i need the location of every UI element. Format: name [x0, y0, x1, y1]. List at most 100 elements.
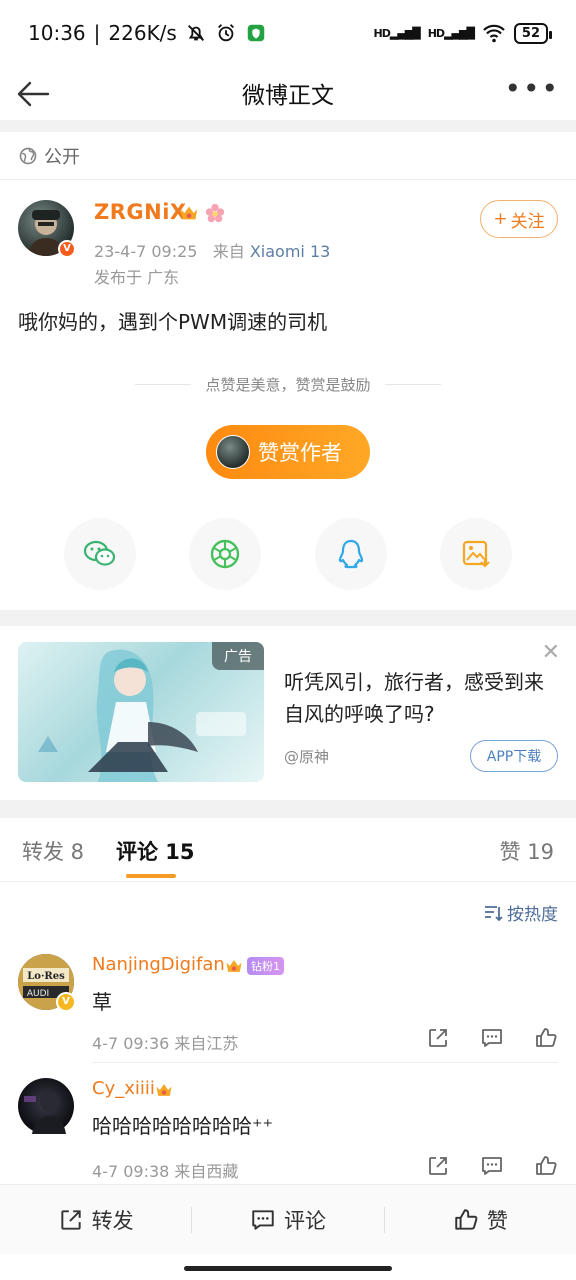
ad-download-button[interactable]: APP下载: [470, 740, 558, 772]
more-options-icon[interactable]: •••: [504, 74, 560, 104]
post-meta: 23-4-7 09:25 来自 Xiaomi 13: [94, 238, 330, 262]
comment-author[interactable]: Cy_xiiii: [92, 1078, 155, 1099]
like-icon: [455, 1208, 478, 1230]
tab-underline: [126, 874, 176, 878]
battery-level: 52: [521, 25, 540, 41]
share-icon[interactable]: [426, 1026, 450, 1050]
like-label: 赞: [486, 1208, 508, 1233]
like-icon[interactable]: [534, 1026, 558, 1050]
tab-likes[interactable]: 赞 19: [500, 836, 554, 866]
reward-tip-line-right: [384, 384, 441, 385]
comment-item: Lo·Res AUDI V NanjingDigifan 钻粉1 草 4-7 0…: [18, 954, 558, 1064]
like-icon[interactable]: [534, 1154, 558, 1178]
verified-badge-icon: V: [56, 992, 76, 1012]
moments-icon: [211, 539, 240, 569]
post-text: 哦你妈的，遇到个PWM调速的司机: [18, 310, 328, 334]
plus-icon: +: [493, 209, 508, 229]
tab-comments[interactable]: 评论 15: [116, 836, 195, 866]
repost-label: 转发: [91, 1208, 134, 1233]
share-qq-button[interactable]: [314, 518, 387, 590]
comment-item: Cy_xiiii 哈哈哈哈哈哈哈哈⁺⁺ 4-7 09:38 来自西藏: [18, 1078, 558, 1181]
flower-badge-icon: [205, 203, 225, 223]
crown-badge-icon: [180, 206, 198, 220]
tab-repost[interactable]: 转发 8: [22, 836, 84, 866]
like-button[interactable]: 赞: [385, 1205, 576, 1235]
qq-icon: [338, 539, 363, 569]
comment-badges: [154, 1080, 174, 1100]
globe-icon: [19, 147, 37, 164]
comment-icon[interactable]: [480, 1026, 504, 1050]
post-location: 发布于 广东: [94, 268, 180, 287]
ad-title[interactable]: 听凭风引，旅行者，感受到来自风的呼唤了吗?: [284, 666, 544, 730]
repost-icon: [61, 1209, 81, 1230]
ad-source[interactable]: @原神: [284, 746, 329, 767]
reward-author-label: 赞赏作者: [258, 441, 342, 465]
comment-icon: [252, 1209, 274, 1230]
comment-author[interactable]: NanjingDigifan: [92, 954, 225, 975]
post-date: 23-4-7 09:25: [94, 242, 198, 261]
post-header: V ZRGNiX 23-4-7 09:25 来自 Xiaomi 13 发布于 广…: [18, 192, 558, 288]
section-divider: [0, 120, 576, 132]
comment-separator: [92, 1062, 558, 1063]
status-speed: 226K/s: [108, 21, 177, 45]
comment-meta: 4-7 09:36 来自江苏: [92, 1034, 239, 1053]
verified-badge-icon: V: [58, 240, 76, 258]
comment-button[interactable]: 评论: [192, 1205, 383, 1235]
sort-button[interactable]: 按热度: [483, 900, 558, 925]
comment-meta: 4-7 09:38 来自西藏: [92, 1162, 239, 1181]
back-arrow-icon[interactable]: [14, 74, 54, 114]
home-indicator[interactable]: [184, 1266, 392, 1271]
bottom-action-bar: 转发 评论 赞: [0, 1184, 576, 1254]
avatar-art: [24, 1092, 66, 1134]
save-image-icon: [462, 540, 490, 568]
svg-text:AUDI: AUDI: [27, 989, 49, 999]
share-wechat-button[interactable]: [64, 518, 136, 590]
visibility-label: 公开: [44, 146, 80, 168]
comment-badges: 钻粉1: [224, 956, 284, 976]
reward-tip-text: 点赞是美意，赞赏是鼓励: [205, 376, 371, 394]
reward-tip-line-left: [135, 384, 192, 385]
crown-badge-icon: [226, 960, 242, 972]
vpn-shield-icon: [247, 24, 265, 42]
nav-bar: 微博正文 •••: [0, 66, 576, 120]
comment-label: 评论: [283, 1208, 326, 1233]
close-icon[interactable]: ✕: [542, 640, 560, 665]
reward-avatar: [216, 435, 250, 469]
alarm-icon: [217, 24, 234, 42]
reward-tip: 点赞是美意，赞赏是鼓励: [0, 374, 576, 395]
visibility-row: 公开: [0, 132, 576, 180]
status-bar: 10:36 | 226K/s HD▂▄▆█ HD▂▄▆█ 52: [0, 0, 576, 66]
share-icon[interactable]: [426, 1154, 450, 1178]
comment-icon[interactable]: [480, 1154, 504, 1178]
repost-button[interactable]: 转发: [0, 1205, 191, 1235]
author-name[interactable]: ZRGNiX: [94, 200, 187, 224]
sort-icon: [485, 905, 503, 921]
ad-card[interactable]: 广告 听凭风引，旅行者，感受到来自风的呼唤了吗? @原神 APP下载 ✕: [0, 626, 576, 798]
fan-badge: 钻粉1: [247, 957, 284, 975]
follow-label: 关注: [510, 211, 545, 232]
sim2-label: HD: [427, 26, 445, 40]
comment-actions: [426, 1026, 558, 1050]
author-badges: [178, 202, 226, 224]
mute-bell-icon: [187, 25, 204, 41]
reward-author-button[interactable]: 赞赏作者: [206, 425, 370, 479]
section-divider: [0, 800, 576, 818]
sim1-label: HD: [373, 26, 391, 40]
status-separator: |: [93, 21, 101, 45]
post-from-prefix: 来自: [212, 242, 245, 261]
share-moments-button[interactable]: [189, 518, 262, 590]
comment-avatar[interactable]: [18, 1078, 74, 1134]
ad-image[interactable]: 广告: [18, 642, 264, 782]
battery-icon: 52: [513, 22, 553, 44]
post-device[interactable]: Xiaomi 13: [250, 242, 330, 261]
comment-actions: [426, 1154, 558, 1178]
comment-text: 草: [92, 990, 112, 1014]
follow-button[interactable]: + 关注: [480, 200, 558, 238]
wechat-icon: [83, 540, 116, 566]
ad-tag: 广告: [212, 642, 264, 670]
signal-2-icon: HD▂▄▆█: [427, 26, 475, 40]
save-image-button[interactable]: [439, 518, 512, 590]
interaction-tabs: 转发 8 评论 15 赞 19: [0, 818, 576, 882]
page-title: 微博正文: [242, 83, 334, 109]
wifi-icon: [483, 24, 505, 43]
